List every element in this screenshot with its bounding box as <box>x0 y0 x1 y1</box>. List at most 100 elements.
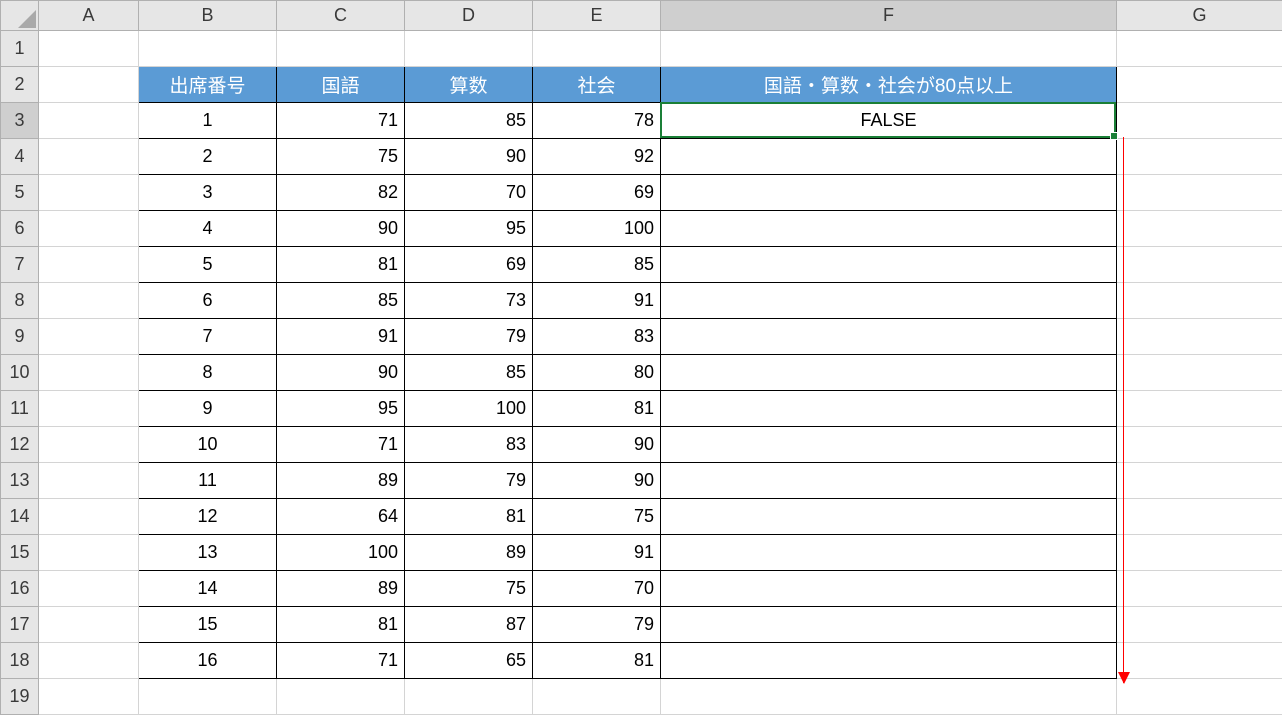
cell-A19[interactable] <box>39 679 139 715</box>
col-header-B[interactable]: B <box>139 1 277 31</box>
cell-A1[interactable] <box>39 31 139 67</box>
cell-C16[interactable]: 89 <box>277 571 405 607</box>
row-header-19[interactable]: 19 <box>1 679 39 715</box>
fill-handle[interactable] <box>1110 132 1118 140</box>
cell-G3[interactable] <box>1117 103 1282 139</box>
cell-F19[interactable] <box>661 679 1117 715</box>
cell-C7[interactable]: 81 <box>277 247 405 283</box>
cell-F10[interactable] <box>661 355 1117 391</box>
cell-E5[interactable]: 69 <box>533 175 661 211</box>
cell-F15[interactable] <box>661 535 1117 571</box>
cell-D13[interactable]: 79 <box>405 463 533 499</box>
cell-F17[interactable] <box>661 607 1117 643</box>
cell-F3[interactable]: FALSE <box>661 103 1117 139</box>
cell-C13[interactable]: 89 <box>277 463 405 499</box>
cell-B5[interactable]: 3 <box>139 175 277 211</box>
cell-A16[interactable] <box>39 571 139 607</box>
cell-B18[interactable]: 16 <box>139 643 277 679</box>
cell-D1[interactable] <box>405 31 533 67</box>
cell-A5[interactable] <box>39 175 139 211</box>
cell-A9[interactable] <box>39 319 139 355</box>
cell-C19[interactable] <box>277 679 405 715</box>
cell-B19[interactable] <box>139 679 277 715</box>
cell-A12[interactable] <box>39 427 139 463</box>
cell-D15[interactable]: 89 <box>405 535 533 571</box>
table-header-attendance-no[interactable]: 出席番号 <box>139 67 277 103</box>
cell-F12[interactable] <box>661 427 1117 463</box>
cell-B4[interactable]: 2 <box>139 139 277 175</box>
cell-C9[interactable]: 91 <box>277 319 405 355</box>
row-header-5[interactable]: 5 <box>1 175 39 211</box>
cell-C15[interactable]: 100 <box>277 535 405 571</box>
row-header-4[interactable]: 4 <box>1 139 39 175</box>
cell-C6[interactable]: 90 <box>277 211 405 247</box>
cell-E17[interactable]: 79 <box>533 607 661 643</box>
row-header-1[interactable]: 1 <box>1 31 39 67</box>
cell-G8[interactable] <box>1117 283 1282 319</box>
col-header-A[interactable]: A <box>39 1 139 31</box>
cell-G2[interactable] <box>1117 67 1282 103</box>
cell-F11[interactable] <box>661 391 1117 427</box>
row-header-10[interactable]: 10 <box>1 355 39 391</box>
cell-B12[interactable]: 10 <box>139 427 277 463</box>
cell-B1[interactable] <box>139 31 277 67</box>
cell-A4[interactable] <box>39 139 139 175</box>
cell-G13[interactable] <box>1117 463 1282 499</box>
cell-C17[interactable]: 81 <box>277 607 405 643</box>
cell-E18[interactable]: 81 <box>533 643 661 679</box>
cell-A17[interactable] <box>39 607 139 643</box>
cell-A10[interactable] <box>39 355 139 391</box>
cell-A14[interactable] <box>39 499 139 535</box>
cell-E13[interactable]: 90 <box>533 463 661 499</box>
cell-D6[interactable]: 95 <box>405 211 533 247</box>
cell-G19[interactable] <box>1117 679 1282 715</box>
cell-E8[interactable]: 91 <box>533 283 661 319</box>
cell-C4[interactable]: 75 <box>277 139 405 175</box>
cell-A11[interactable] <box>39 391 139 427</box>
cell-F8[interactable] <box>661 283 1117 319</box>
cell-B8[interactable]: 6 <box>139 283 277 319</box>
row-header-8[interactable]: 8 <box>1 283 39 319</box>
cell-B7[interactable]: 5 <box>139 247 277 283</box>
cell-B9[interactable]: 7 <box>139 319 277 355</box>
cell-D10[interactable]: 85 <box>405 355 533 391</box>
cell-D14[interactable]: 81 <box>405 499 533 535</box>
row-header-16[interactable]: 16 <box>1 571 39 607</box>
cell-C3[interactable]: 71 <box>277 103 405 139</box>
cell-A7[interactable] <box>39 247 139 283</box>
row-header-13[interactable]: 13 <box>1 463 39 499</box>
cell-F9[interactable] <box>661 319 1117 355</box>
cell-B13[interactable]: 11 <box>139 463 277 499</box>
row-header-18[interactable]: 18 <box>1 643 39 679</box>
cell-A3[interactable] <box>39 103 139 139</box>
cell-G18[interactable] <box>1117 643 1282 679</box>
cell-E3[interactable]: 78 <box>533 103 661 139</box>
cell-D12[interactable]: 83 <box>405 427 533 463</box>
cell-D4[interactable]: 90 <box>405 139 533 175</box>
table-header-shakai[interactable]: 社会 <box>533 67 661 103</box>
row-header-17[interactable]: 17 <box>1 607 39 643</box>
cell-B11[interactable]: 9 <box>139 391 277 427</box>
cell-G11[interactable] <box>1117 391 1282 427</box>
cell-E12[interactable]: 90 <box>533 427 661 463</box>
cell-G15[interactable] <box>1117 535 1282 571</box>
cell-E10[interactable]: 80 <box>533 355 661 391</box>
cell-E16[interactable]: 70 <box>533 571 661 607</box>
cell-D3[interactable]: 85 <box>405 103 533 139</box>
col-header-E[interactable]: E <box>533 1 661 31</box>
cell-A6[interactable] <box>39 211 139 247</box>
cell-F7[interactable] <box>661 247 1117 283</box>
cell-B10[interactable]: 8 <box>139 355 277 391</box>
cell-C11[interactable]: 95 <box>277 391 405 427</box>
select-all-corner[interactable] <box>1 1 39 31</box>
cell-F14[interactable] <box>661 499 1117 535</box>
cell-F4[interactable] <box>661 139 1117 175</box>
cell-E19[interactable] <box>533 679 661 715</box>
cell-C10[interactable]: 90 <box>277 355 405 391</box>
cell-B6[interactable]: 4 <box>139 211 277 247</box>
cell-C1[interactable] <box>277 31 405 67</box>
spreadsheet-viewport[interactable]: A B C D E F G 1 2 出席番号 国語 算数 社会 国語 <box>0 0 1282 721</box>
cell-A13[interactable] <box>39 463 139 499</box>
cell-G6[interactable] <box>1117 211 1282 247</box>
cell-D17[interactable]: 87 <box>405 607 533 643</box>
